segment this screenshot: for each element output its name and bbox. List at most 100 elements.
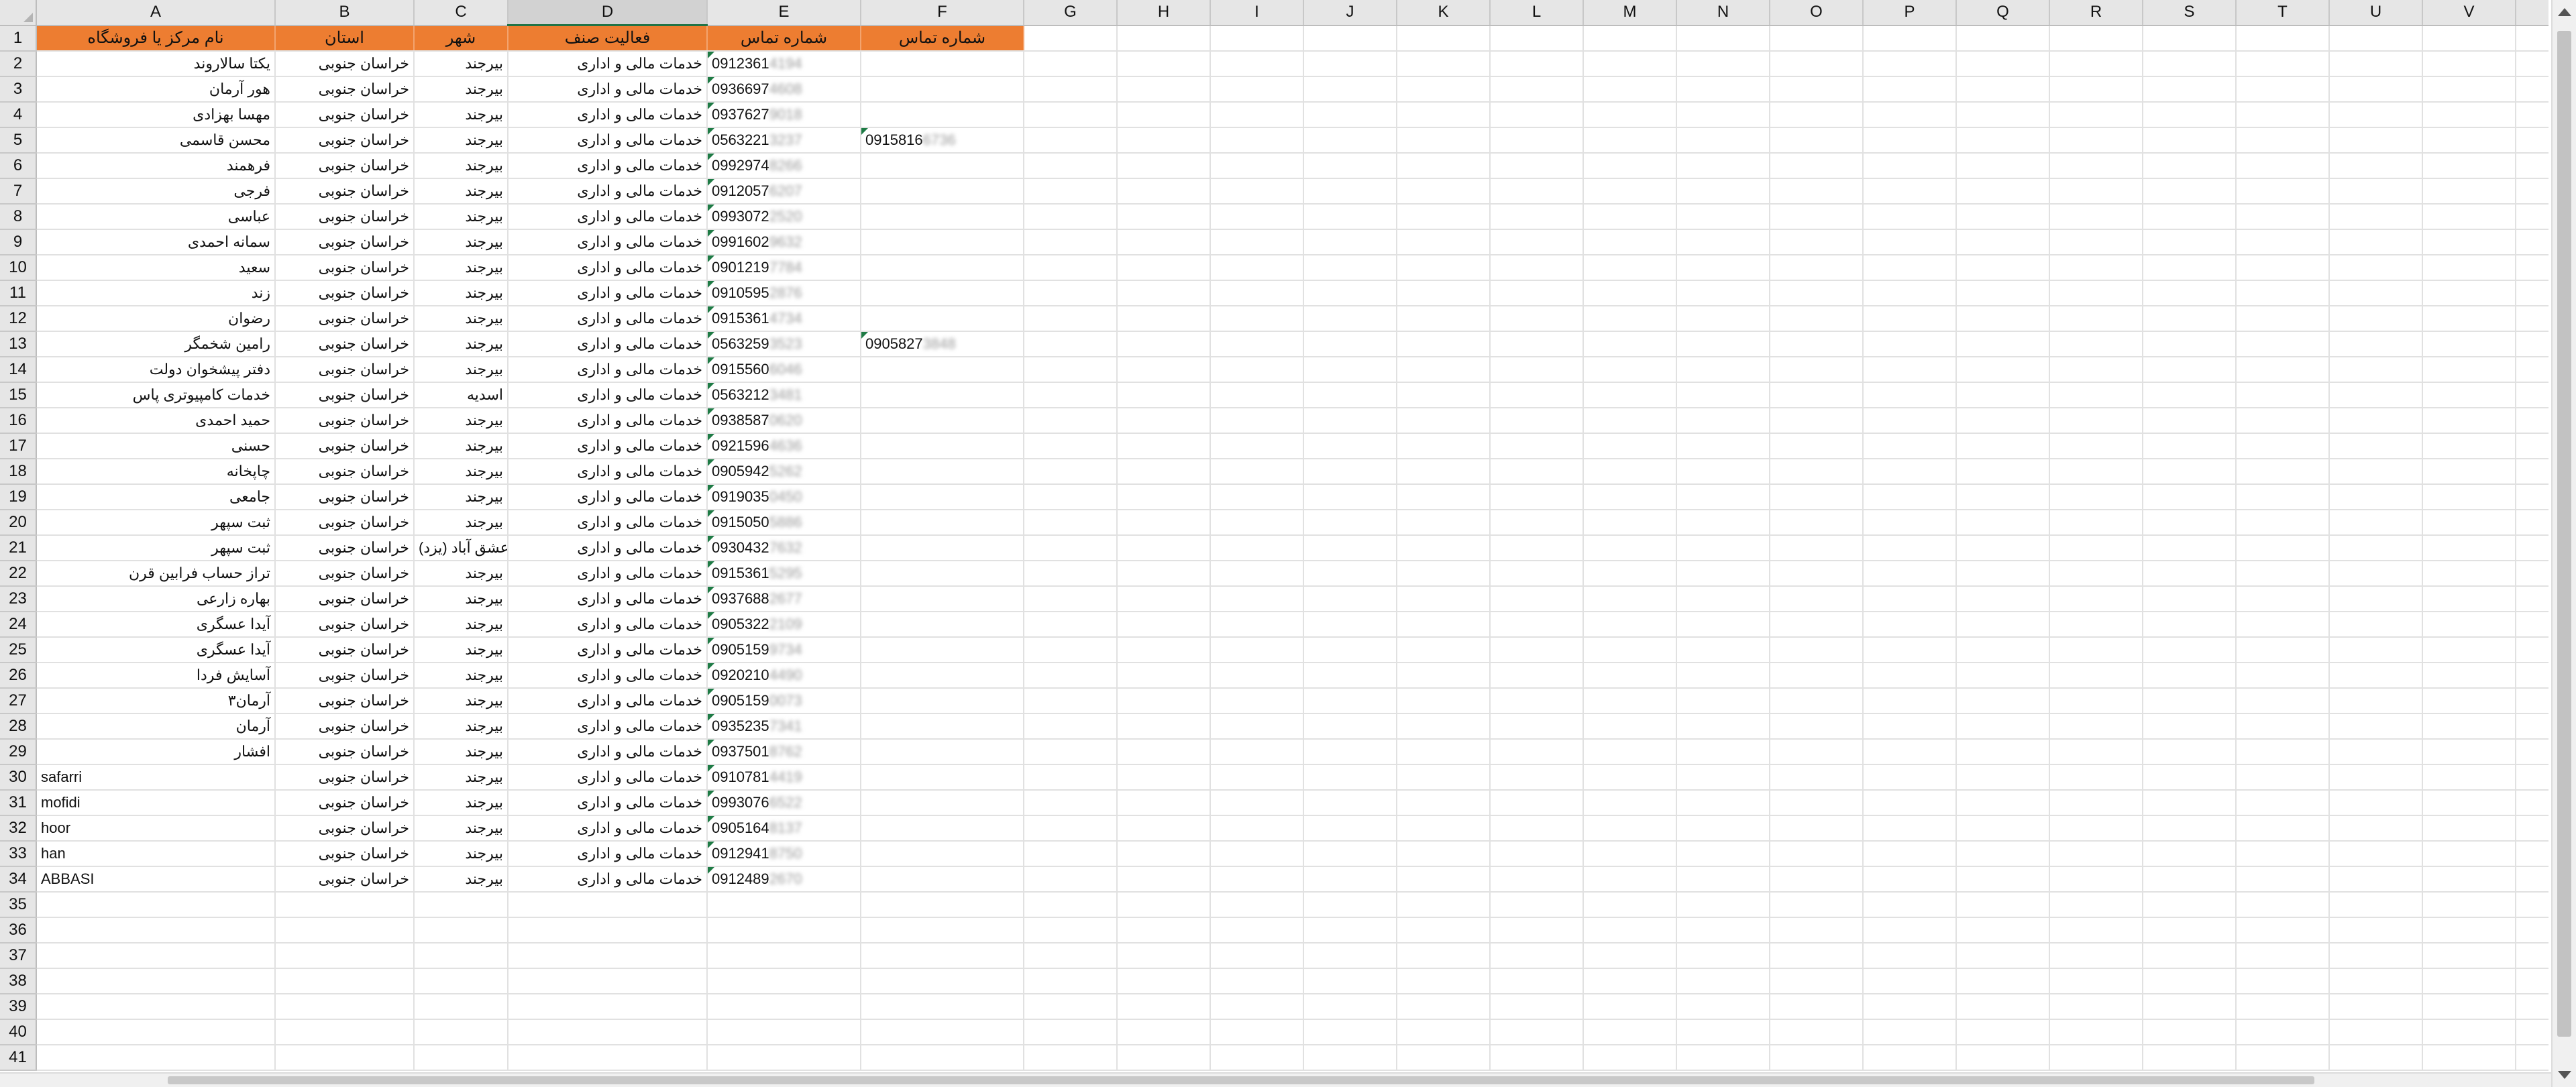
cell-b10[interactable]: خراسان جنوبی (275, 255, 415, 281)
empty-cell[interactable] (2422, 127, 2516, 154)
empty-cell[interactable] (1770, 637, 1864, 663)
cell-b5[interactable]: خراسان جنوبی (275, 127, 415, 154)
empty-cell[interactable] (1490, 994, 1584, 1020)
empty-cell[interactable] (2049, 841, 2143, 867)
empty-cell[interactable] (1117, 25, 1211, 52)
cell-c3[interactable]: بیرجند (414, 76, 508, 103)
empty-cell[interactable] (2329, 917, 2423, 943)
row-header-18[interactable]: 18 (0, 459, 37, 485)
column-header-c[interactable]: C (414, 0, 508, 26)
empty-cell[interactable] (1397, 764, 1491, 791)
cell-a9[interactable]: سمانه احمدی (36, 229, 276, 255)
empty-cell[interactable] (1024, 331, 1118, 357)
cell-e30[interactable]: 09107814419 (707, 764, 861, 791)
empty-cell[interactable] (1397, 968, 1491, 994)
cell-b25[interactable]: خراسان جنوبی (275, 637, 415, 663)
cell-a1-header[interactable]: نام مرکز یا فروشگاه (36, 25, 276, 52)
empty-cell[interactable] (2516, 255, 2548, 281)
empty-cell[interactable] (2329, 968, 2423, 994)
cell-d14[interactable]: خدمات مالی و اداری (508, 357, 708, 383)
empty-cell[interactable] (2422, 382, 2516, 408)
empty-cell[interactable] (1583, 382, 1677, 408)
empty-cell[interactable] (2329, 408, 2423, 434)
empty-cell[interactable] (1397, 790, 1491, 816)
empty-cell[interactable] (1117, 331, 1211, 357)
empty-cell[interactable] (1490, 178, 1584, 205)
empty-cell[interactable] (1863, 484, 1957, 510)
cell-f30[interactable] (861, 764, 1024, 791)
empty-cell[interactable] (2049, 1045, 2143, 1071)
cell-e23[interactable]: 09376882677 (707, 586, 861, 612)
empty-cell[interactable] (1117, 866, 1211, 893)
row-header-39[interactable]: 39 (0, 994, 37, 1020)
empty-cell[interactable] (2516, 127, 2548, 154)
empty-cell[interactable] (2422, 637, 2516, 663)
empty-cell[interactable] (1676, 25, 1770, 52)
empty-cell[interactable] (1397, 586, 1491, 612)
column-header-q[interactable]: Q (1956, 0, 2050, 26)
empty-cell[interactable] (1210, 994, 1304, 1020)
empty-cell[interactable] (1210, 663, 1304, 689)
empty-cell[interactable] (1303, 561, 1397, 587)
empty-cell[interactable] (1303, 255, 1397, 281)
empty-cell[interactable] (1490, 25, 1584, 52)
row-header-23[interactable]: 23 (0, 586, 37, 612)
empty-cell[interactable] (36, 943, 276, 969)
empty-cell[interactable] (1303, 280, 1397, 306)
empty-cell[interactable] (2329, 994, 2423, 1020)
cell-c19[interactable]: بیرجند (414, 484, 508, 510)
empty-cell[interactable] (1117, 713, 1211, 740)
empty-cell[interactable] (2422, 433, 2516, 459)
empty-cell[interactable] (1770, 943, 1864, 969)
cell-e19[interactable]: 09190350450 (707, 484, 861, 510)
empty-cell[interactable] (1024, 306, 1118, 332)
empty-cell[interactable] (2049, 204, 2143, 230)
column-header-s[interactable]: S (2143, 0, 2237, 26)
empty-cell[interactable] (1490, 917, 1584, 943)
empty-cell[interactable] (1117, 917, 1211, 943)
empty-cell[interactable] (1676, 408, 1770, 434)
empty-cell[interactable] (1863, 433, 1957, 459)
cell-d9[interactable]: خدمات مالی و اداری (508, 229, 708, 255)
row-header-15[interactable]: 15 (0, 382, 37, 408)
empty-cell[interactable] (1583, 815, 1677, 842)
empty-cell[interactable] (1210, 153, 1304, 179)
empty-cell[interactable] (2329, 866, 2423, 893)
empty-cell[interactable] (2236, 102, 2330, 128)
cell-e32[interactable]: 09051648137 (707, 815, 861, 842)
empty-cell[interactable] (1117, 586, 1211, 612)
cell-a21[interactable]: ثبت سپهر (36, 535, 276, 561)
empty-cell[interactable] (1117, 229, 1211, 255)
empty-cell[interactable] (1303, 866, 1397, 893)
empty-cell[interactable] (2516, 331, 2548, 357)
empty-cell[interactable] (1956, 586, 2050, 612)
row-header-28[interactable]: 28 (0, 713, 37, 740)
empty-cell[interactable] (1770, 892, 1864, 918)
empty-cell[interactable] (1770, 790, 1864, 816)
empty-cell[interactable] (1024, 943, 1118, 969)
cell-e28[interactable]: 09352357341 (707, 713, 861, 740)
empty-cell[interactable] (1490, 943, 1584, 969)
empty-cell[interactable] (414, 943, 508, 969)
cell-d22[interactable]: خدمات مالی و اداری (508, 561, 708, 587)
empty-cell[interactable] (2422, 153, 2516, 179)
empty-cell[interactable] (1770, 408, 1864, 434)
cell-e29[interactable]: 09375018762 (707, 739, 861, 765)
empty-cell[interactable] (1863, 153, 1957, 179)
empty-cell[interactable] (1210, 331, 1304, 357)
cell-a10[interactable]: سعید (36, 255, 276, 281)
empty-cell[interactable] (1956, 866, 2050, 893)
empty-cell[interactable] (1863, 178, 1957, 205)
empty-cell[interactable] (36, 892, 276, 918)
cell-a17[interactable]: حسنی (36, 433, 276, 459)
cell-f1-header[interactable]: شماره تماس (861, 25, 1024, 52)
empty-cell[interactable] (1583, 739, 1677, 765)
empty-cell[interactable] (2422, 510, 2516, 536)
empty-cell[interactable] (1863, 382, 1957, 408)
cell-d17[interactable]: خدمات مالی و اداری (508, 433, 708, 459)
empty-cell[interactable] (1490, 713, 1584, 740)
empty-cell[interactable] (1303, 968, 1397, 994)
empty-cell[interactable] (1490, 484, 1584, 510)
empty-cell[interactable] (1024, 688, 1118, 714)
empty-cell[interactable] (2516, 815, 2548, 842)
